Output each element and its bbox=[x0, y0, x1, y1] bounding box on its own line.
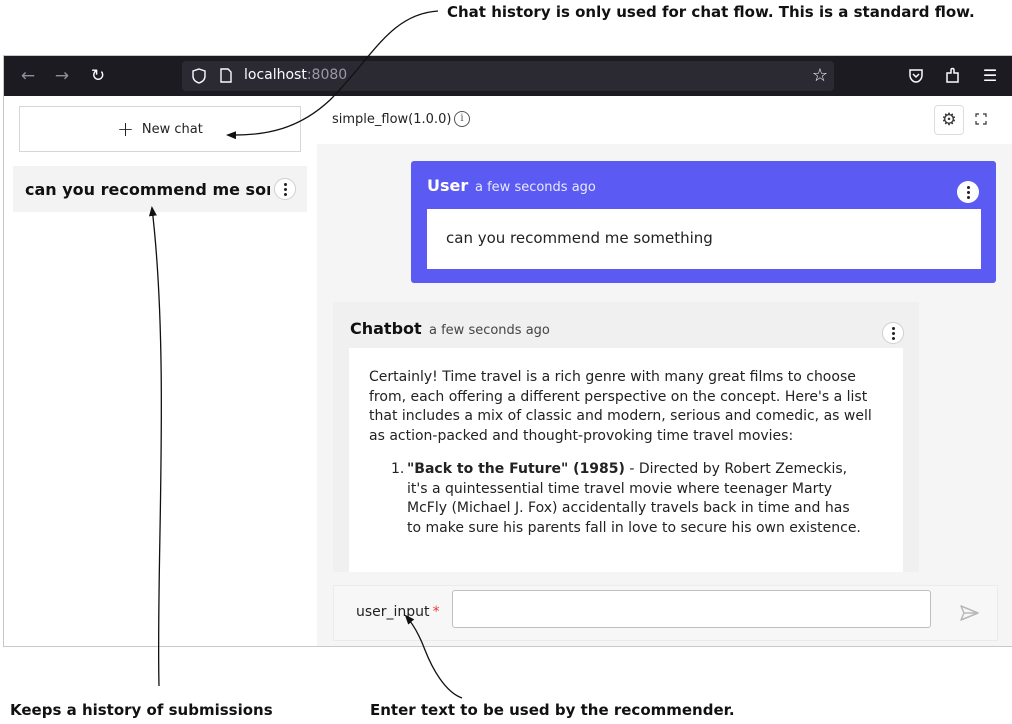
user-message: User a few seconds ago can you recommend… bbox=[411, 161, 996, 283]
chatbot-message: Chatbot a few seconds ago Certainly! Tim… bbox=[333, 302, 919, 572]
plus-icon: + bbox=[117, 117, 134, 141]
extensions-icon[interactable] bbox=[944, 67, 961, 84]
page-icon bbox=[220, 68, 232, 83]
required-mark: * bbox=[432, 604, 440, 620]
user-sender-name: User bbox=[427, 176, 469, 195]
user-input-field[interactable] bbox=[452, 590, 931, 628]
callout-input-note: Enter text to be used by the recommender… bbox=[370, 701, 735, 719]
browser-window: ← → ↻ localhost:8080 ☆ ☰ + New chat can bbox=[3, 55, 1012, 647]
url-bar[interactable]: localhost:8080 ☆ bbox=[182, 61, 834, 91]
list-item-number: 1. bbox=[391, 461, 405, 477]
chatbot-message-body: Certainly! Time travel is a rich genre w… bbox=[349, 348, 903, 572]
chat-main-panel: simple_flow(1.0.0) i ⚙ User a few second… bbox=[317, 96, 1012, 646]
new-chat-label: New chat bbox=[141, 121, 203, 137]
chat-messages-area: User a few seconds ago can you recommend… bbox=[317, 144, 1012, 646]
browser-toolbar: ← → ↻ localhost:8080 ☆ ☰ bbox=[4, 56, 1012, 96]
callout-chat-history-note: Chat history is only used for chat flow.… bbox=[447, 3, 975, 21]
callout-history-note: Keeps a history of submissions bbox=[10, 701, 273, 719]
settings-gear-icon[interactable]: ⚙ bbox=[934, 105, 964, 135]
send-icon[interactable] bbox=[954, 598, 984, 628]
menu-icon[interactable]: ☰ bbox=[978, 64, 1002, 88]
chat-history-sidebar: + New chat can you recommend me somethin… bbox=[4, 96, 317, 646]
new-chat-button[interactable]: + New chat bbox=[19, 106, 301, 152]
bookmark-star-icon[interactable]: ☆ bbox=[808, 64, 832, 88]
chatbot-message-more-icon[interactable] bbox=[882, 322, 904, 344]
input-row: user_input * bbox=[333, 585, 998, 641]
url-text: localhost:8080 bbox=[244, 67, 348, 83]
user-message-text: can you recommend me something bbox=[446, 229, 713, 247]
history-item-more-icon[interactable] bbox=[274, 178, 296, 200]
history-item-title: can you recommend me something bbox=[25, 179, 270, 199]
chatbot-message-time: a few seconds ago bbox=[429, 323, 550, 338]
user-message-time: a few seconds ago bbox=[475, 180, 596, 195]
back-arrow-icon[interactable]: ← bbox=[16, 64, 40, 88]
user-message-more-icon[interactable] bbox=[957, 181, 979, 203]
list-item: "Back to the Future" (1985) - Directed b… bbox=[407, 460, 867, 538]
fullscreen-icon[interactable] bbox=[975, 113, 987, 125]
user-message-body: can you recommend me something bbox=[427, 209, 981, 269]
flow-title: simple_flow(1.0.0) bbox=[332, 112, 452, 127]
reload-icon[interactable]: ↻ bbox=[86, 64, 110, 88]
info-icon[interactable]: i bbox=[454, 111, 470, 127]
shield-icon bbox=[192, 68, 206, 84]
pocket-icon[interactable] bbox=[908, 68, 924, 84]
forward-arrow-icon[interactable]: → bbox=[50, 64, 74, 88]
list-item-title: "Back to the Future" (1985) bbox=[407, 461, 625, 477]
history-item[interactable]: can you recommend me something bbox=[13, 166, 307, 212]
user-input-label: user_input * bbox=[356, 604, 440, 620]
chatbot-intro-text: Certainly! Time travel is a rich genre w… bbox=[369, 369, 872, 444]
chatbot-sender-name: Chatbot bbox=[350, 319, 422, 338]
